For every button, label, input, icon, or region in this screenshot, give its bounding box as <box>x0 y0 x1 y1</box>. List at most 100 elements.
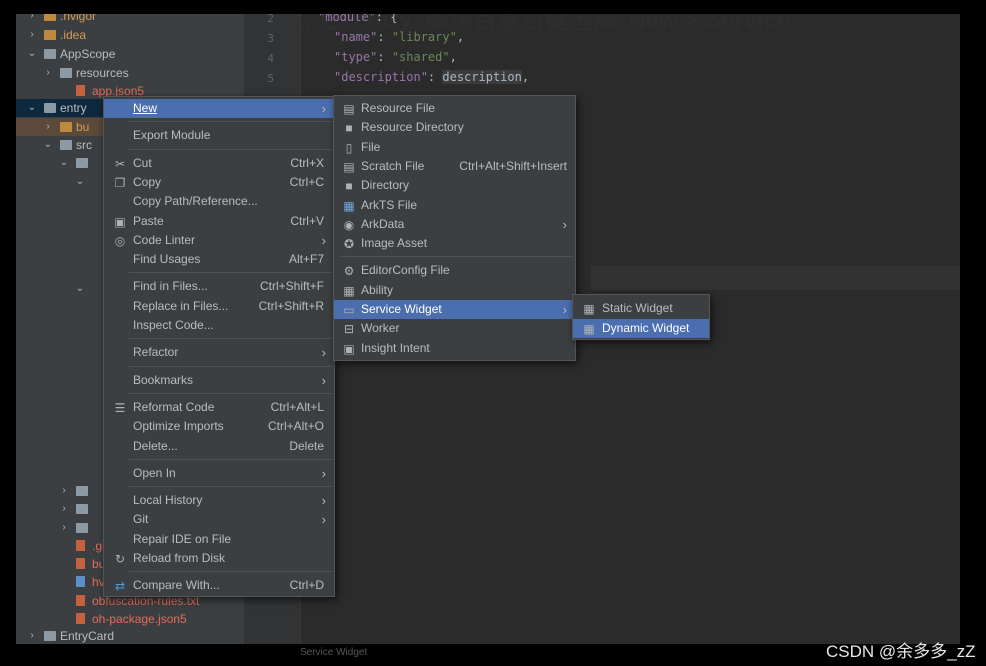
chevron-down-icon[interactable]: ⌄ <box>26 45 38 63</box>
menu-separator <box>129 571 332 573</box>
menu-item-dynamic-widget[interactable]: ▦ Dynamic Widget <box>573 318 709 338</box>
menu-item-label: Worker <box>361 321 400 336</box>
menu-item-reload-from-disk[interactable]: ↻ Reload from Disk <box>104 549 334 568</box>
chevron-right-icon[interactable]: › <box>58 519 70 537</box>
watermark-text: CSDN @余多多_zZ <box>826 642 976 661</box>
reload-icon: ↻ <box>114 552 126 566</box>
menu-item-new[interactable]: New › <box>104 99 334 118</box>
menu-item-copy-path-reference[interactable]: Copy Path/Reference... <box>104 192 334 211</box>
chevron-down-icon[interactable]: ⌄ <box>74 173 86 191</box>
chevron-down-icon[interactable]: ⌄ <box>42 136 54 154</box>
code-line[interactable]: "type": "shared", <box>334 50 457 64</box>
menu-item-compare-with[interactable]: ⇄ Compare With... Ctrl+D <box>104 576 334 595</box>
tree-item[interactable]: › .hvigor <box>16 14 244 25</box>
menu-item-arkts-file[interactable]: ▦ ArkTS File <box>334 196 575 215</box>
menu-item-resource-directory[interactable]: ■ Resource Directory <box>334 118 575 137</box>
menu-item-git[interactable]: Git › <box>104 510 334 529</box>
chevron-right-icon[interactable]: › <box>42 64 54 82</box>
menu-item-local-history[interactable]: Local History › <box>104 491 334 510</box>
menu-item-file[interactable]: ▯ File <box>334 138 575 157</box>
json-punct: , <box>521 70 530 84</box>
tree-item[interactable]: ⌄ AppScope <box>16 45 244 63</box>
menu-item-replace-in-files[interactable]: Replace in Files... Ctrl+Shift+R <box>104 297 334 316</box>
chevron-right-icon[interactable]: › <box>26 26 38 44</box>
menu-item-code-linter[interactable]: ◎ Code Linter › <box>104 231 334 250</box>
menu-item-optimize-imports[interactable]: Optimize Imports Ctrl+Alt+O <box>104 417 334 436</box>
json-string: "library" <box>391 30 457 44</box>
chevron-right-icon: › <box>321 345 326 361</box>
menu-item-find-in-files[interactable]: Find in Files... Ctrl+Shift+F <box>104 277 334 296</box>
menu-item-delete[interactable]: Delete... Delete <box>104 437 334 456</box>
menu-item-label: Static Widget <box>602 301 673 315</box>
database-icon: ◉ <box>343 217 355 232</box>
tree-item[interactable]: › EntryCard <box>16 627 244 644</box>
menu-item-arkdata[interactable]: ◉ ArkData › <box>334 215 575 234</box>
menu-separator <box>129 365 332 367</box>
code-line[interactable]: "description": description, <box>334 70 529 84</box>
json-punct: : <box>377 50 392 64</box>
tree-item[interactable]: › .idea <box>16 26 244 44</box>
menu-item-label: Reformat Code <box>133 399 215 414</box>
menu-item-service-widget[interactable]: ▭ Service Widget › <box>334 300 575 319</box>
menu-item-label: Copy Path/Reference... <box>133 194 258 209</box>
current-line-highlight <box>591 266 960 290</box>
menu-item-label: Delete... <box>133 438 178 453</box>
tree-item[interactable]: › resources <box>16 64 244 82</box>
tree-item[interactable]: oh-package.json5 <box>16 610 244 628</box>
menu-item-shortcut: Alt+F7 <box>288 252 324 267</box>
menu-item-ability[interactable]: ▦ Ability <box>334 281 575 300</box>
chevron-down-icon[interactable]: ⌄ <box>58 154 70 172</box>
menu-item-export-module[interactable]: Export Module <box>104 126 334 145</box>
menu-item-shortcut: Ctrl+Shift+F <box>259 279 324 294</box>
folder-icon <box>44 49 56 59</box>
chevron-down-icon[interactable]: ⌄ <box>26 99 38 117</box>
code-line[interactable]: "name": "library", <box>334 30 464 44</box>
menu-item-shortcut: Ctrl+Alt+Shift+Insert <box>459 158 567 173</box>
menu-item-paste[interactable]: ▣ Paste Ctrl+V <box>104 212 334 231</box>
menu-item-label: Resource File <box>361 101 436 115</box>
file-icon <box>76 540 85 551</box>
tree-item-label: entry <box>60 101 87 115</box>
scissors-icon: ✂ <box>114 156 126 171</box>
menu-item-cut[interactable]: ✂ Cut Ctrl+X <box>104 154 334 173</box>
menu-item-label: Insight Intent <box>361 340 430 355</box>
menu-item-scratch-file[interactable]: ▤ Scratch File Ctrl+Alt+Shift+Insert <box>334 157 575 176</box>
tree-item-label: EntryCard <box>60 629 115 643</box>
menu-item-resource-file[interactable]: ▤ Resource File <box>334 99 575 118</box>
tree-item-label: .hvigor <box>60 14 97 23</box>
menu-item-worker[interactable]: ⊟ Worker <box>334 319 575 338</box>
chevron-right-icon[interactable]: › <box>26 14 38 25</box>
arkts-file-icon: ▦ <box>343 198 355 213</box>
chevron-right-icon[interactable]: › <box>58 500 70 518</box>
menu-item-label: Reload from Disk <box>133 551 226 565</box>
menu-item-insight-intent[interactable]: ▣ Insight Intent <box>334 339 575 358</box>
chevron-down-icon[interactable]: ⌄ <box>74 280 86 298</box>
menu-item-image-asset[interactable]: ✪ Image Asset <box>334 234 575 253</box>
folder-icon <box>44 631 56 641</box>
menu-item-label: Export Module <box>133 128 211 143</box>
chevron-right-icon: › <box>321 232 326 248</box>
json-punct: , <box>449 50 457 64</box>
menu-item-label: Inspect Code... <box>133 318 214 332</box>
menu-item-open-in[interactable]: Open In › <box>104 464 334 483</box>
chevron-right-icon[interactable]: › <box>58 482 70 500</box>
code-line[interactable]: "module": { <box>318 14 397 24</box>
menu-item-repair-ide-on-file[interactable]: Repair IDE on File <box>104 530 334 549</box>
menu-item-refactor[interactable]: Refactor › <box>104 343 334 362</box>
menu-item-inspect-code[interactable]: Inspect Code... <box>104 316 334 335</box>
menu-item-directory[interactable]: ■ Directory <box>334 176 575 195</box>
menu-item-label: Scratch File <box>361 158 425 173</box>
menu-item-label: Dynamic Widget <box>602 320 690 335</box>
menu-item-editorconfig-file[interactable]: ⚙ EditorConfig File <box>334 261 575 280</box>
menu-item-reformat-code[interactable]: ☰ Reformat Code Ctrl+Alt+L <box>104 398 334 417</box>
compare-icon: ⇄ <box>114 579 126 594</box>
menu-item-label: Copy <box>133 174 162 189</box>
chevron-right-icon: › <box>562 302 567 317</box>
menu-item-static-widget[interactable]: ▦ Static Widget <box>573 299 709 318</box>
chevron-right-icon[interactable]: › <box>42 118 54 136</box>
json-key: "name" <box>334 30 378 44</box>
chevron-right-icon[interactable]: › <box>26 627 38 644</box>
menu-item-find-usages[interactable]: Find Usages Alt+F7 <box>104 250 334 269</box>
menu-item-copy[interactable]: ❐ Copy Ctrl+C <box>104 173 334 192</box>
menu-item-bookmarks[interactable]: Bookmarks › <box>104 371 334 390</box>
